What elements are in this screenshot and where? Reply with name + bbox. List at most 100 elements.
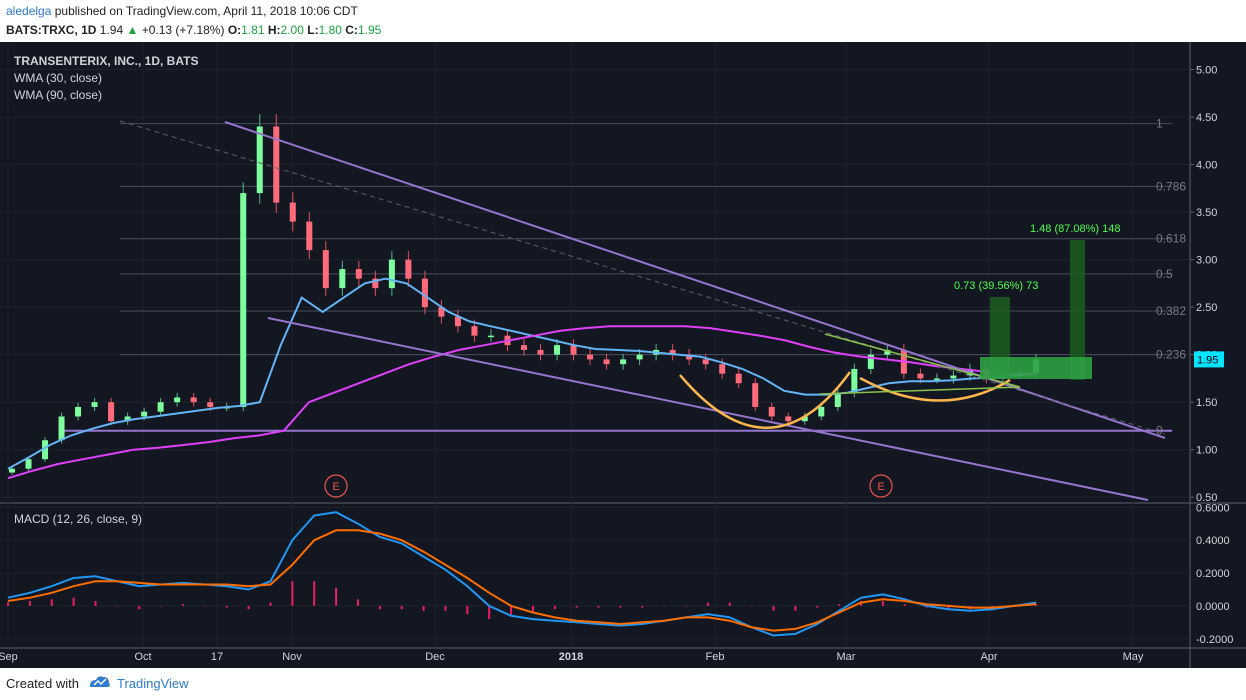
x-tick-label: Mar (837, 651, 856, 663)
x-tick-label: May (1123, 651, 1144, 663)
macd-y-tick-label: -0.2000 (1196, 634, 1233, 646)
candle-body (851, 368, 858, 393)
candle-body (587, 354, 594, 360)
macd-legend[interactable]: MACD (12, 26, close, 9) (14, 512, 142, 526)
candle-body (58, 416, 65, 441)
candle-body (9, 468, 15, 473)
macd-histogram-bar (510, 605, 513, 616)
fib-level-label: 0.236 (1156, 348, 1186, 362)
candle-body (487, 335, 494, 338)
earnings-marker-label: E (332, 481, 339, 493)
candle-body (785, 416, 792, 422)
chart-header: aledelga published on TradingView.com, A… (0, 0, 1246, 42)
macd-histogram-bar (94, 600, 97, 606)
macd-histogram-bar (50, 599, 53, 606)
y-tick-label: 1.50 (1196, 397, 1217, 409)
target-annotation-2: 0.73 (39.56%) 73 (954, 280, 1038, 292)
macd-histogram-bar (138, 605, 141, 610)
macd-histogram-bar (881, 600, 884, 606)
macd-histogram-bar (335, 587, 338, 606)
candle-body (405, 259, 412, 279)
candle-body (636, 354, 643, 360)
candle-body (735, 373, 742, 384)
y-tick-label: 2.50 (1196, 302, 1217, 314)
macd-y-tick-label: 0.0000 (1196, 601, 1230, 613)
author-link[interactable]: aledelga (6, 4, 51, 18)
open-label: O: (227, 23, 242, 37)
macd-histogram-bar (313, 581, 316, 606)
chart-title: TRANSENTERIX, INC., 1D, BATS (14, 54, 199, 68)
high-value: 2.00 (280, 23, 304, 37)
signal-line (7, 529, 1037, 632)
y-tick-label: 4.50 (1196, 112, 1217, 124)
macd-histogram-bar (444, 605, 447, 611)
candle-body (75, 406, 82, 417)
fib-level-label: 0.5 (1156, 267, 1173, 281)
macd-histogram-bar (466, 605, 469, 615)
x-tick-label: Feb (706, 651, 725, 663)
candle-body (603, 359, 610, 365)
macd-histogram-bar (291, 581, 294, 606)
macd-histogram-bar (400, 605, 403, 610)
macd-histogram-bar (794, 605, 797, 611)
candle-body (537, 349, 544, 355)
candle-body (91, 402, 98, 407)
candle-body (322, 250, 329, 289)
publish-info: published on TradingView.com, April 11, … (54, 4, 358, 18)
candle-body (306, 221, 313, 251)
macd-histogram-bar (685, 605, 688, 607)
macd-histogram-bar (181, 604, 184, 606)
x-tick-label: Nov (282, 651, 302, 663)
tradingview-link[interactable]: TradingView (117, 676, 189, 691)
chart-canvas[interactable]: Sep Oct 17 Nov Dec 2018 Feb Mar Apr May 5.00 4.50 4.… (0, 42, 1246, 668)
candle-body (719, 364, 726, 374)
y-tick-label: 3.00 (1196, 255, 1217, 267)
macd-histogram-bar (619, 605, 622, 608)
price-change: +0.13 (+7.18%) (141, 23, 225, 37)
publish-line: aledelga published on TradingView.com, A… (6, 4, 358, 18)
macd-histogram-bar (422, 605, 425, 611)
last-price: 1.94 (99, 23, 124, 37)
macd-histogram-bar (269, 602, 272, 606)
macd-line (7, 511, 1037, 637)
macd-histogram-bar (116, 605, 119, 607)
fib-level-label: 0.618 (1156, 232, 1186, 246)
low-value: 1.80 (318, 23, 342, 37)
created-with-label: Created with (6, 676, 79, 691)
fib-level-label: 0.786 (1156, 179, 1186, 193)
wma30-legend[interactable]: WMA (30, close) (14, 71, 102, 85)
x-tick-label: Dec (425, 651, 445, 663)
candle-body (421, 278, 428, 308)
tradingview-logo-icon (90, 676, 110, 687)
wma90-legend[interactable]: WMA (90, close) (14, 88, 102, 102)
y-tick-label: 3.50 (1196, 207, 1217, 219)
candle-body (834, 392, 841, 407)
macd-histogram-bar (641, 605, 644, 608)
candle-body (157, 402, 164, 412)
fib-level-label: 0.382 (1156, 304, 1186, 318)
last-price-label: 1.95 (1197, 354, 1218, 366)
macd-histogram-bar (728, 602, 731, 606)
earnings-marker-label: E (877, 481, 884, 493)
candle-body (950, 375, 957, 379)
x-tick-label: 17 (211, 651, 223, 663)
close-value: 1.95 (357, 23, 382, 37)
candle-body (256, 126, 263, 194)
candle-body (620, 359, 627, 365)
candle-body (339, 269, 346, 289)
macd-histogram-bar (7, 602, 9, 606)
fib-level-label: 1 (1156, 117, 1163, 131)
up-arrow-icon: ▲ (126, 23, 139, 37)
macd-histogram-bar (356, 599, 359, 606)
macd-y-tick-label: 0.2000 (1196, 568, 1230, 580)
macd-histogram-bar (28, 600, 31, 606)
macd-histogram-bar (816, 605, 819, 608)
macd-histogram-bar (378, 605, 381, 610)
candle-body (190, 397, 197, 403)
chart-area[interactable]: Sep Oct 17 Nov Dec 2018 Feb Mar Apr May 5.00 4.50 4.… (0, 42, 1246, 668)
macd-histogram-bar (72, 597, 75, 606)
macd-histogram-bar (903, 604, 906, 606)
candle-body (355, 269, 362, 279)
candle-body (289, 202, 296, 222)
macd-histogram-bar (663, 605, 666, 607)
